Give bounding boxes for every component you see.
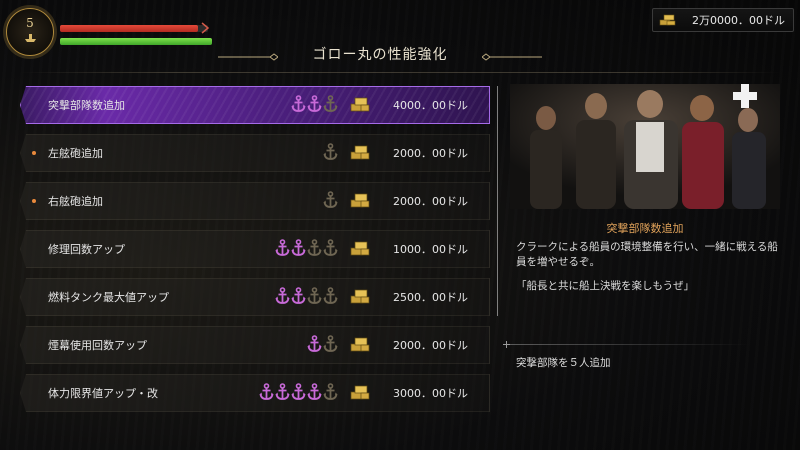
screen-header: ゴロー丸の性能強化 [218, 44, 542, 64]
anchor-icon [275, 239, 290, 256]
upgrade-row[interactable]: 煙幕使用回数アップ 2000．00ドル [20, 326, 490, 364]
upgrade-row[interactable]: 右舷砲追加 2000．00ドル [20, 182, 490, 220]
upgrade-label: 突撃部隊数追加 [48, 99, 125, 112]
ship-level-emblem: 5 [6, 8, 54, 56]
gold-chest-icon [350, 193, 370, 208]
anchor-icon [323, 335, 338, 352]
upgrade-level-anchors [291, 95, 338, 115]
ship-level-value: 5 [26, 16, 34, 30]
detail-quote: 「船長と共に船上決戦を楽しもうぜ」 [516, 280, 695, 292]
anchor-icon [307, 95, 322, 112]
upgrade-level-anchors [259, 383, 338, 403]
upgrade-label: 左舷砲追加 [48, 147, 103, 160]
upgrade-label: 燃料タンク最大値アップ [48, 291, 169, 304]
anchor-icon [323, 95, 338, 112]
upgrade-label: 修理回数アップ [48, 243, 125, 256]
anchor-icon [323, 143, 338, 160]
new-badge-dot [32, 199, 36, 203]
upgrade-price: 2000．00ドル [393, 147, 468, 160]
anchor-icon [307, 383, 322, 400]
upgrade-label: 右舷砲追加 [48, 195, 103, 208]
anchor-icon [291, 95, 306, 112]
upgrade-price: 1000．00ドル [393, 243, 468, 256]
detail-description: クラークによる船員の環境整備を行い、一緒に戦える船員を増やせるぞ。 [516, 241, 778, 268]
upgrade-price: 2500．00ドル [393, 291, 468, 304]
money-value: 2万0000．00ドル [692, 14, 785, 27]
gold-chest-icon [350, 145, 370, 160]
upgrade-row[interactable]: 左舷砲追加 2000．00ドル [20, 134, 490, 172]
title-ornament-right [482, 53, 542, 61]
money-display: 2万0000．00ドル [652, 8, 794, 32]
upgrade-label: 煙幕使用回数アップ [48, 339, 147, 352]
panel-divider [497, 86, 498, 316]
upgrade-row[interactable]: 突撃部隊数追加 4000．00ドル [20, 86, 490, 124]
anchor-icon [323, 239, 338, 256]
upgrade-row[interactable]: 体力限界値アップ・改 3000．00ドル [20, 374, 490, 412]
effect-marker-icon [503, 341, 510, 348]
hp-bar [60, 25, 208, 32]
upgrade-level-anchors [323, 191, 338, 211]
gold-chest-icon [350, 337, 370, 352]
upgrade-level-anchors [275, 287, 338, 307]
screen-title: ゴロー丸の性能強化 [312, 47, 448, 63]
gold-chest-icon [350, 241, 370, 256]
hp-bar-end-icon [201, 22, 210, 34]
upgrade-row[interactable]: 燃料タンク最大値アップ 2500．00ドル [20, 278, 490, 316]
anchor-icon [259, 383, 274, 400]
upgrade-price: 2000．00ドル [393, 339, 468, 352]
upgrade-row[interactable]: 修理回数アップ 1000．00ドル [20, 230, 490, 268]
ship-icon [25, 34, 36, 42]
plus-icon [733, 84, 757, 108]
gold-stack-icon [659, 14, 676, 26]
gold-chest-icon [350, 385, 370, 400]
anchor-icon [307, 287, 322, 304]
fuel-bar [60, 38, 212, 45]
anchor-icon [275, 287, 290, 304]
anchor-icon [323, 383, 338, 400]
hp-bar-fill [60, 25, 198, 32]
upgrade-level-anchors [307, 335, 338, 355]
upgrade-price: 4000．00ドル [393, 99, 468, 112]
anchor-icon [323, 191, 338, 208]
detail-title: 突撃部隊数追加 [606, 222, 684, 235]
upgrade-label: 体力限界値アップ・改 [48, 387, 158, 400]
effect-divider [510, 344, 750, 345]
upgrade-level-anchors [323, 143, 338, 163]
detail-effect: 突撃部隊を５人追加 [516, 357, 611, 369]
anchor-icon [291, 239, 306, 256]
fuel-bar-fill [60, 38, 212, 45]
anchor-icon [275, 383, 290, 400]
upgrade-level-anchors [275, 239, 338, 259]
gold-chest-icon [350, 289, 370, 304]
upgrade-price: 3000．00ドル [393, 387, 468, 400]
anchor-icon [291, 287, 306, 304]
anchor-icon [291, 383, 306, 400]
new-badge-dot [32, 151, 36, 155]
anchor-icon [307, 239, 322, 256]
title-ornament-left [218, 53, 278, 61]
upgrade-price: 2000．00ドル [393, 195, 468, 208]
anchor-icon [307, 335, 322, 352]
header-divider [20, 72, 780, 73]
anchor-icon [323, 287, 338, 304]
gold-chest-icon [350, 97, 370, 112]
